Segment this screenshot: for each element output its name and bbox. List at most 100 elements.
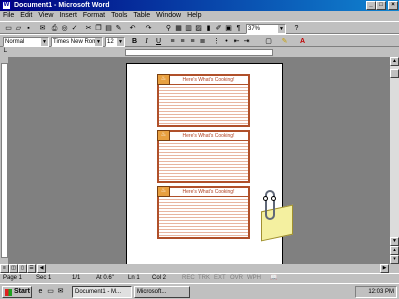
taskbar-item-microsoft[interactable]: Microsoft... (134, 286, 190, 298)
assistant-eye (271, 196, 276, 201)
recipe-card[interactable]: Here's What's Cooking! ♨ (157, 186, 250, 239)
menu-format[interactable]: Format (80, 11, 108, 21)
chevron-down-icon[interactable]: ▼ (117, 38, 124, 46)
ruler-strip[interactable] (125, 49, 273, 56)
normal-view-icon[interactable]: ≡ (0, 264, 9, 273)
italic-button[interactable]: I (142, 37, 151, 46)
chef-hat-icon: ♨ (157, 74, 170, 85)
menu-window[interactable]: Window (153, 11, 184, 21)
document-area[interactable]: Here's What's Cooking! ♨ Here's What's C… (9, 57, 390, 264)
status-trk[interactable]: TRK (198, 274, 210, 283)
justify-icon[interactable]: ≣ (198, 37, 207, 46)
paste-icon[interactable]: ▤ (104, 24, 113, 33)
horizontal-scrollbar[interactable]: ≡ ◫ ▯ ☰ ◀ ▶ (0, 264, 399, 273)
insert-excel-icon[interactable]: ▨ (194, 24, 203, 33)
office-assistant-icon[interactable]: ? (292, 24, 301, 33)
status-ovr[interactable]: OVR (230, 274, 243, 283)
menu-tools[interactable]: Tools (108, 11, 130, 21)
email-icon[interactable]: ✉ (38, 24, 47, 33)
web-layout-icon[interactable]: ◫ (9, 264, 18, 273)
tables-borders-icon[interactable]: ▦ (174, 24, 183, 33)
scroll-right-icon[interactable]: ▶ (380, 264, 389, 273)
menu-file[interactable]: File (0, 11, 17, 21)
font-size-select[interactable]: 12 ▼ (105, 37, 125, 47)
scroll-thumb[interactable] (390, 69, 399, 78)
recipe-card[interactable]: Here's What's Cooking! ♨ (157, 130, 250, 183)
menu-edit[interactable]: Edit (17, 11, 35, 21)
previous-page-icon[interactable]: ▴ (390, 246, 399, 255)
undo-icon[interactable]: ↶ (128, 24, 137, 33)
document-map-icon[interactable]: ▣ (224, 24, 233, 33)
zoom-select[interactable]: 37% ▼ (246, 24, 286, 34)
font-color-icon[interactable]: A (298, 37, 307, 46)
print-preview-icon[interactable]: ◎ (60, 24, 69, 33)
status-rec[interactable]: REC (182, 274, 195, 283)
cut-icon[interactable]: ✂ (84, 24, 93, 33)
chevron-down-icon[interactable]: ▼ (278, 25, 285, 33)
close-icon[interactable]: × (388, 1, 398, 10)
save-icon[interactable]: ▪ (24, 24, 33, 33)
spelling-icon[interactable]: ✓ (70, 24, 79, 33)
menu-view[interactable]: View (35, 11, 56, 21)
office-assistant-paperclip[interactable] (255, 190, 295, 242)
highlight-icon[interactable]: ✎ (280, 37, 289, 46)
vertical-scrollbar[interactable]: ▲ ▼ ▴ ▾ (390, 57, 399, 264)
align-right-icon[interactable]: ≡ (188, 37, 197, 46)
tab-selector-icon[interactable]: └ (0, 48, 9, 57)
next-page-icon[interactable]: ▾ (390, 255, 399, 264)
taskbar-item-word[interactable]: Document1 - M... (72, 286, 132, 298)
redo-icon[interactable]: ↷ (144, 24, 153, 33)
start-button[interactable]: Start (2, 286, 32, 298)
menu-bar: File Edit View Insert Format Tools Table Window… (0, 11, 399, 21)
formatting-toolbar: Normal ▼ Times New Roman ▼ 12 ▼ B I U ≡ … (0, 34, 399, 47)
menu-insert[interactable]: Insert (56, 11, 80, 21)
vertical-ruler-strip[interactable] (1, 63, 8, 258)
drawing-icon[interactable]: ✐ (214, 24, 223, 33)
align-left-icon[interactable]: ≡ (168, 37, 177, 46)
decrease-indent-icon[interactable]: ⇤ (232, 37, 241, 46)
bold-button[interactable]: B (130, 37, 139, 46)
standard-toolbar: ▭ ▱ ▪ ✉ ⎙ ◎ ✓ ✂ ❐ ▤ ✎ ↶ ↷ ⚲ ▦ ▥ ▨ ▮ ✐ ▣ … (0, 21, 399, 34)
word-app-icon[interactable]: W (2, 1, 11, 10)
maximize-icon[interactable]: □ (376, 1, 386, 10)
new-document-icon[interactable]: ▭ (4, 24, 13, 33)
font-select[interactable]: Times New Roman ▼ (51, 37, 103, 47)
scroll-down-icon[interactable]: ▼ (390, 237, 399, 246)
start-label: Start (14, 288, 30, 295)
recipe-card[interactable]: Here's What's Cooking! ♨ (157, 74, 250, 127)
status-ext[interactable]: EXT (214, 274, 226, 283)
chevron-down-icon[interactable]: ▼ (95, 38, 102, 46)
open-folder-icon[interactable]: ▱ (14, 24, 23, 33)
quicklaunch-desktop-icon[interactable]: ▭ (46, 287, 55, 296)
status-line: Ln 1 (128, 275, 140, 281)
chevron-down-icon[interactable]: ▼ (41, 38, 48, 46)
print-layout-icon[interactable]: ▯ (18, 264, 27, 273)
borders-icon[interactable]: ▢ (264, 37, 273, 46)
menu-table[interactable]: Table (130, 11, 153, 21)
insert-table-icon[interactable]: ▥ (184, 24, 193, 33)
status-wph[interactable]: WPH (247, 274, 261, 283)
clock[interactable]: 12:03 PM (368, 289, 394, 295)
align-center-icon[interactable]: ≡ (178, 37, 187, 46)
numbering-icon[interactable]: ⋮ (212, 37, 221, 46)
copy-icon[interactable]: ❐ (94, 24, 103, 33)
status-page-of: 1/1 (72, 275, 81, 281)
style-select[interactable]: Normal ▼ (3, 37, 49, 47)
menu-help[interactable]: Help (184, 11, 204, 21)
scroll-up-icon[interactable]: ▲ (390, 57, 399, 66)
quicklaunch-outlook-icon[interactable]: ✉ (56, 287, 65, 296)
spelling-status-icon[interactable]: 📖 (270, 274, 277, 283)
hyperlink-icon[interactable]: ⚲ (164, 24, 173, 33)
print-icon[interactable]: ⎙ (50, 24, 59, 33)
columns-icon[interactable]: ▮ (204, 24, 213, 33)
outline-view-icon[interactable]: ☰ (27, 264, 36, 273)
minimize-icon[interactable]: _ (366, 1, 376, 10)
show-hide-icon[interactable]: ¶ (234, 24, 243, 33)
quicklaunch-ie-icon[interactable]: e (36, 287, 45, 296)
paperclip-icon (265, 190, 275, 220)
bullets-icon[interactable]: • (222, 37, 231, 46)
format-painter-icon[interactable]: ✎ (114, 24, 123, 33)
underline-button[interactable]: U (154, 37, 163, 46)
increase-indent-icon[interactable]: ⇥ (242, 37, 251, 46)
scroll-left-icon[interactable]: ◀ (37, 264, 46, 273)
